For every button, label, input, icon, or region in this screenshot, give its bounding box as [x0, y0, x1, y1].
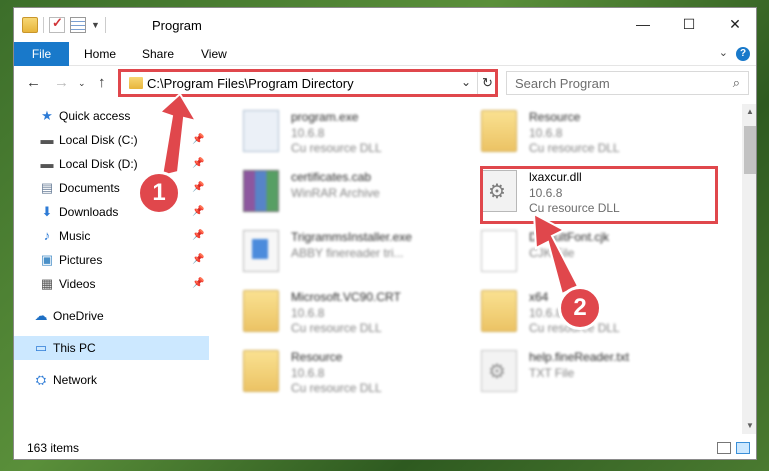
step-2-badge: 2: [558, 286, 602, 330]
arrow-2-icon: [532, 212, 580, 296]
annotation-arrows: [158, 92, 580, 296]
step-1-badge: 1: [137, 171, 181, 215]
arrow-1-icon: [158, 92, 199, 178]
